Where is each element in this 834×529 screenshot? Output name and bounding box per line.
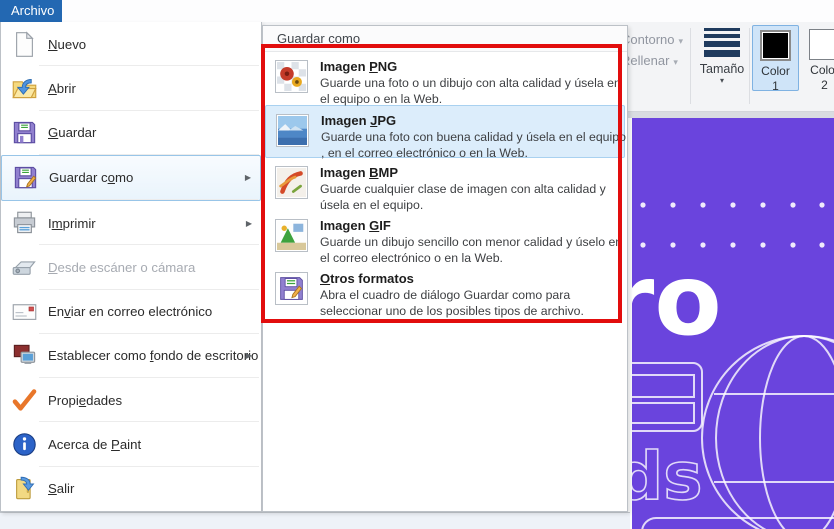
menu-item-label: Guardar [48,125,97,141]
submenu-arrow-icon: ▶ [244,173,251,183]
canvas-artwork: ro ds [632,202,834,529]
menu-item-label: Establecer como fondo de escritorio [48,348,259,364]
menu-item-label: Enviar en correo electrónico [48,304,213,320]
menu-item-enviar-correo[interactable]: Enviar en correo electrónico [1,289,261,335]
menu-item-label: Abrir [48,80,76,96]
canvas-big-text: ro [632,244,722,358]
submenu-arrow-icon: ▶ [245,351,252,361]
canvas-outline-text: ds [632,438,703,515]
size-label: Tamaño [699,62,745,76]
menu-item-abrir[interactable]: Abrir [1,66,261,111]
menu-item-acerca-de[interactable]: Acerca de Paint [1,422,261,467]
menu-item-imprimir[interactable]: Imprimir ▶ [1,201,261,246]
credit-card-outline [632,362,703,432]
outline-dropdown[interactable]: Contorno ▾ [621,32,683,47]
size-button[interactable]: Tamaño ▾ [696,26,748,85]
file-menu: Nuevo Abrir Guardar Guardar como ▶ Impri… [0,22,262,512]
open-folder-icon [11,75,38,102]
menu-item-label: Guardar como [49,170,134,186]
drawing-canvas[interactable]: ro ds [632,118,834,529]
menu-item-label: Imprimir [48,215,96,231]
new-document-icon [11,30,38,58]
email-icon [11,298,38,325]
menu-item-nuevo[interactable]: Nuevo [1,22,261,67]
desktop-background-icon [11,342,38,369]
menu-item-fondo-escritorio[interactable]: Establecer como fondo de escritorio ▶ [1,333,261,379]
ribbon-separator [690,28,691,104]
menu-item-label: Acerca de Paint [48,437,142,453]
chevron-down-icon: ▾ [673,58,678,68]
fill-label: Rellenar [621,53,670,68]
menu-item-label: Nuevo [48,36,87,52]
exit-icon [11,475,38,502]
dot-pattern [640,202,825,248]
rounded-rect-outline [641,517,834,529]
menu-item-label: Propiedades [48,392,123,408]
chevron-down-icon: ▾ [719,76,724,85]
line-weight-icon [704,28,740,57]
menu-item-guardar[interactable]: Guardar [1,110,261,156]
paint-window: Archivo Contorno ▾ Rellenar ▾ Tamaño ▾ Col… [0,0,834,529]
ribbon-separator [749,28,750,104]
color1-swatch [760,30,791,61]
color1-button[interactable]: Color 1 [752,25,799,93]
chevron-down-icon: ▾ [678,37,684,47]
submenu-arrow-icon: ▶ [245,218,252,228]
menu-item-salir[interactable]: Salir [1,466,261,511]
color2-swatch [809,29,834,60]
scanner-icon [11,254,38,281]
printer-icon [11,210,38,237]
checkmark-icon [11,387,38,414]
annotation-rectangle [261,44,622,323]
save-as-icon [12,164,39,191]
color1-label: Color 1 [761,64,790,93]
tab-row: Archivo [0,0,834,22]
menu-item-label: Desde escáner o cámara [48,259,196,275]
globe-outline-icon [701,335,834,529]
menu-item-propiedades[interactable]: Propiedades [1,378,261,423]
tab-archivo[interactable]: Archivo [0,0,62,22]
save-icon [11,119,38,146]
color2-button[interactable]: Color2 [801,25,834,92]
info-icon [11,431,38,458]
menu-item-guardar-como[interactable]: Guardar como ▶ [1,154,261,202]
menu-item-desde-escaner: Desde escáner o cámara [1,245,261,290]
outline-label: Contorno [621,32,675,47]
fill-dropdown[interactable]: Rellenar ▾ [621,53,678,68]
menu-bottom-strip [0,512,630,529]
menu-item-label: Salir [48,481,75,497]
color2-label: Color2 [810,63,834,92]
